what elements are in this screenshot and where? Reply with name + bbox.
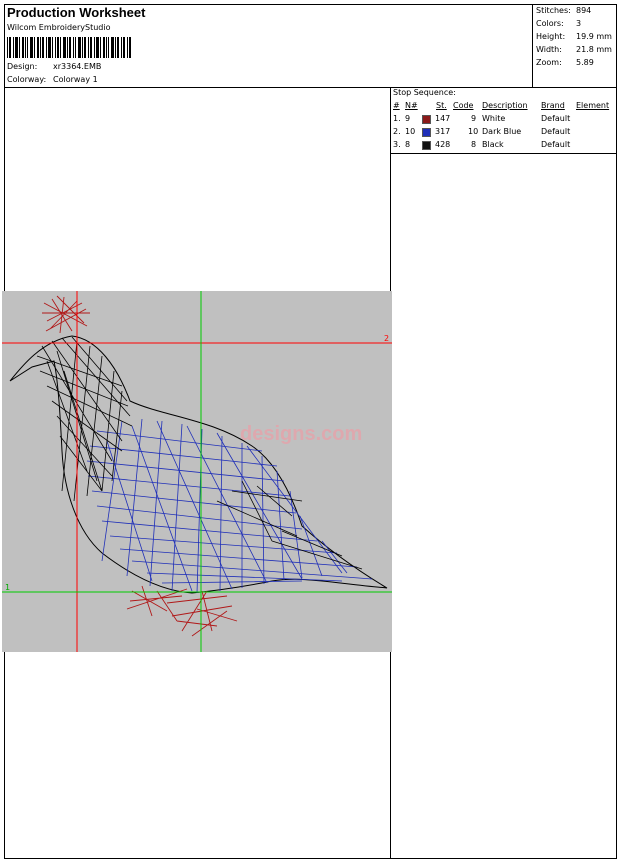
col-header-num: # <box>393 101 400 110</box>
stat-height: Height: 19.9 mm <box>536 32 612 41</box>
stats-panel: Stitches: 894 Colors: 3 Height: 19.9 mm Wid… <box>532 4 617 88</box>
row3-stitches: 428 <box>435 140 451 149</box>
software-name: Wilcom EmbroideryStudio <box>7 23 111 32</box>
row3-description: Black <box>482 140 504 149</box>
row1-brand: Default <box>541 114 571 123</box>
design-row: Design: xr3364.EMB <box>7 62 101 71</box>
row3-num: 3. <box>393 140 401 149</box>
row3-code: 8 <box>471 140 477 149</box>
row1-description: White <box>482 114 506 123</box>
stat-zoom: Zoom: 5.89 <box>536 58 594 67</box>
col-header-element: Element <box>576 101 610 110</box>
row2-num: 2. <box>393 127 401 136</box>
design-value: xr3364.EMB <box>53 62 102 71</box>
row1-stitches: 147 <box>435 114 451 123</box>
row1-color-swatch <box>422 115 431 124</box>
col-header-n: N# <box>405 101 418 110</box>
preview-drawing: designs.com 2 1 <box>2 291 392 652</box>
colorway-value: Colorway 1 <box>53 75 98 84</box>
col-header-brand: Brand <box>541 101 565 110</box>
col-header-st: St. <box>436 101 447 110</box>
guide-label-2: 2 <box>384 334 389 343</box>
col-header-code: Code <box>453 101 474 110</box>
fill-stitches <box>86 418 373 594</box>
col-header-description: Description <box>482 101 528 110</box>
stat-stitches: Stitches: 894 <box>536 6 592 15</box>
row1-num: 1. <box>393 114 401 123</box>
design-preview: designs.com 2 1 <box>2 291 392 652</box>
colorway-label: Colorway: <box>7 75 47 84</box>
row3-n: 8 <box>405 140 411 149</box>
row3-brand: Default <box>541 140 571 149</box>
row2-stitches: 317 <box>435 127 451 136</box>
row2-brand: Default <box>541 127 571 136</box>
row2-code: 10 <box>468 127 479 136</box>
colorway-row: Colorway: Colorway 1 <box>7 75 98 84</box>
row3-color-swatch <box>422 141 431 150</box>
stop-sequence-title: Stop Sequence: <box>393 88 456 97</box>
row1-code: 9 <box>471 114 477 123</box>
stat-width: Width: 21.8 mm <box>536 45 612 54</box>
row1-n: 9 <box>405 114 411 123</box>
stat-colors: Colors: 3 <box>536 19 582 28</box>
row2-description: Dark Blue <box>482 127 522 136</box>
row2-n: 10 <box>405 127 416 136</box>
worksheet-title: Production Worksheet <box>7 5 146 20</box>
design-label: Design: <box>7 62 38 71</box>
row2-color-swatch <box>422 128 431 137</box>
stop-sequence-panel: Stop Sequence: # N# St. Code Description… <box>391 88 617 154</box>
watermark-text: designs.com <box>240 423 362 445</box>
guide-label-1: 1 <box>5 583 10 592</box>
barcode <box>7 37 131 58</box>
